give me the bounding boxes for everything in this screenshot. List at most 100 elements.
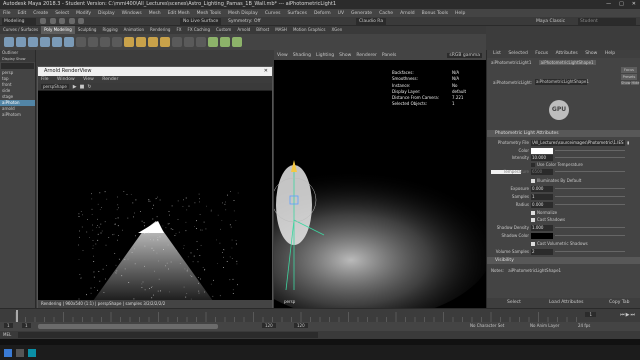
menu-generate[interactable]: Generate <box>351 11 372 16</box>
maya-taskbar-icon[interactable] <box>28 348 36 357</box>
tab-poly-modeling[interactable]: Poly Modeling <box>41 26 75 34</box>
tab-mash[interactable]: MASH <box>272 26 290 34</box>
menu-arnold[interactable]: Arnold <box>400 11 415 16</box>
shape-node-field[interactable]: aiPhotometricLightShape1 <box>535 79 589 85</box>
menu-cache[interactable]: Cache <box>379 11 393 16</box>
copy-tab-button[interactable]: Copy Tab <box>609 300 629 305</box>
ae-menu-list[interactable]: List <box>493 51 501 56</box>
bridge-icon[interactable] <box>136 37 146 47</box>
menu-help[interactable]: Help <box>455 11 465 16</box>
hide-button[interactable]: Hide <box>631 81 640 85</box>
polygon-plane-icon[interactable] <box>52 37 62 47</box>
arnold-menu-window[interactable]: Window <box>57 77 75 82</box>
time-slider[interactable]: 1 ⏮▶⏭ <box>0 308 640 322</box>
ae-menu-selected[interactable]: Selected <box>508 51 528 56</box>
menu-create[interactable]: Create <box>33 11 48 16</box>
ae-menu-help[interactable]: Help <box>605 51 615 56</box>
polygon-torus-icon[interactable] <box>64 37 74 47</box>
shadow-color-slider[interactable] <box>555 235 625 236</box>
tab-shape-node[interactable]: aiPhotometricLightShape1 <box>538 60 596 65</box>
viewport-menu-renderer[interactable]: Renderer <box>356 53 377 58</box>
shadow-density-slider[interactable] <box>555 227 625 228</box>
menu-edit-mesh[interactable]: Edit Mesh <box>168 11 190 16</box>
color-space-field[interactable]: sRGB gamma <box>447 52 482 58</box>
menu-curves[interactable]: Curves <box>265 11 281 16</box>
outliner-search-input[interactable] <box>1 63 34 69</box>
current-frame-field[interactable]: 1 <box>585 312 596 317</box>
start-icon[interactable] <box>4 348 12 357</box>
load-attributes-button[interactable]: Load Attributes <box>549 300 583 305</box>
bevel-icon[interactable] <box>124 37 134 47</box>
close-icon[interactable]: ✕ <box>264 67 268 76</box>
polygon-cone-icon[interactable] <box>40 37 50 47</box>
cast-shadows-checkbox[interactable] <box>531 217 535 222</box>
auto-map-icon[interactable] <box>232 37 242 47</box>
illuminates-default-checkbox[interactable] <box>531 178 535 183</box>
viewport-menu-lighting[interactable]: Lighting <box>316 53 334 58</box>
color-swatch[interactable] <box>531 147 553 154</box>
arnold-menu-file[interactable]: File <box>41 77 49 82</box>
planar-map-icon[interactable] <box>220 37 230 47</box>
volume-samples-slider[interactable] <box>555 251 625 252</box>
save-scene-icon[interactable] <box>59 18 66 24</box>
menu-modify[interactable]: Modify <box>76 11 91 16</box>
menu-mesh-display[interactable]: Mesh Display <box>228 11 258 16</box>
menu-deform[interactable]: Deform <box>314 11 331 16</box>
ae-menu-attributes[interactable]: Attributes <box>556 51 578 56</box>
menu-bonus-tools[interactable]: Bonus Tools <box>422 11 448 16</box>
live-surface-field[interactable]: No Live Surface <box>180 18 222 25</box>
exposure-field[interactable]: 0.000 <box>531 185 553 192</box>
workspace-dropdown[interactable]: Claudio Ra <box>356 18 387 25</box>
new-scene-icon[interactable] <box>40 18 46 24</box>
select-button[interactable]: Select <box>507 300 521 305</box>
range-end-field[interactable]: 120 <box>262 323 276 328</box>
redo-icon[interactable] <box>78 18 85 24</box>
outliner-item-aiphotometriclight-2[interactable]: aiPhotom <box>0 112 35 118</box>
samples-field[interactable]: 1 <box>531 193 553 200</box>
polygon-sphere-icon[interactable] <box>4 37 14 47</box>
tab-rigging[interactable]: Rigging <box>99 26 120 34</box>
polygon-cylinder-icon[interactable] <box>28 37 38 47</box>
folder-icon[interactable]: ▮ <box>627 139 629 146</box>
section-visibility[interactable]: Visibility <box>487 257 640 264</box>
uv-editor-icon[interactable] <box>208 37 218 47</box>
maximize-icon[interactable]: □ <box>619 1 624 7</box>
ae-menu-show[interactable]: Show <box>585 51 597 56</box>
photometry-file-field[interactable]: \All_Lectures\sourceimages\Photometric\1… <box>531 139 625 146</box>
separate-icon[interactable] <box>88 37 98 47</box>
range-bar[interactable] <box>38 324 218 329</box>
exposure-slider[interactable] <box>555 188 625 189</box>
undo-icon[interactable] <box>68 18 75 24</box>
perspective-viewport[interactable]: Backfaces: N/A Smoothness: N/A Instance: No… <box>274 60 486 308</box>
close-icon[interactable]: ✕ <box>632 1 636 7</box>
tab-custom[interactable]: Custom <box>213 26 234 34</box>
camera-dropdown[interactable]: perspShape <box>41 84 69 89</box>
ae-menu-focus[interactable]: Focus <box>535 51 548 56</box>
render-icon[interactable]: ▶ <box>73 84 77 90</box>
section-photometric-attributes[interactable]: Photometric Light Attributes <box>487 130 640 137</box>
color-slider[interactable] <box>555 150 625 151</box>
tab-curves-surfaces[interactable]: Curves / Surfaces <box>0 26 41 34</box>
go-to-end-icon[interactable]: ⏭ <box>630 312 636 318</box>
tab-xgen[interactable]: XGen <box>328 26 345 34</box>
viewport-menu-view[interactable]: View <box>277 53 288 58</box>
viewport-menu-shading[interactable]: Shading <box>293 53 311 58</box>
quad-draw-icon[interactable] <box>196 37 206 47</box>
viewport-menu-show[interactable]: Show <box>339 53 351 58</box>
symmetry-dropdown[interactable]: Symmetry: Off <box>228 18 261 25</box>
menu-file[interactable]: File <box>3 11 11 16</box>
tab-rendering[interactable]: Rendering <box>147 26 173 34</box>
extrude-icon[interactable] <box>148 37 158 47</box>
current-frame-marker[interactable] <box>16 310 18 322</box>
combine-icon[interactable] <box>76 37 86 47</box>
show-button[interactable]: Show <box>621 81 631 85</box>
menu-mesh-tools[interactable]: Mesh Tools <box>197 11 221 16</box>
tab-transform-node[interactable]: aiPhotometricLight1 <box>491 60 531 65</box>
extract-icon[interactable] <box>100 37 110 47</box>
menu-uv[interactable]: UV <box>338 11 344 16</box>
temperature-slider[interactable] <box>555 171 625 172</box>
fps-dropdown[interactable]: 24 fps <box>578 323 590 328</box>
intensity-slider[interactable] <box>555 157 625 158</box>
range-start-field[interactable]: 1 <box>22 323 31 328</box>
focus-button[interactable]: Focus <box>621 67 637 73</box>
